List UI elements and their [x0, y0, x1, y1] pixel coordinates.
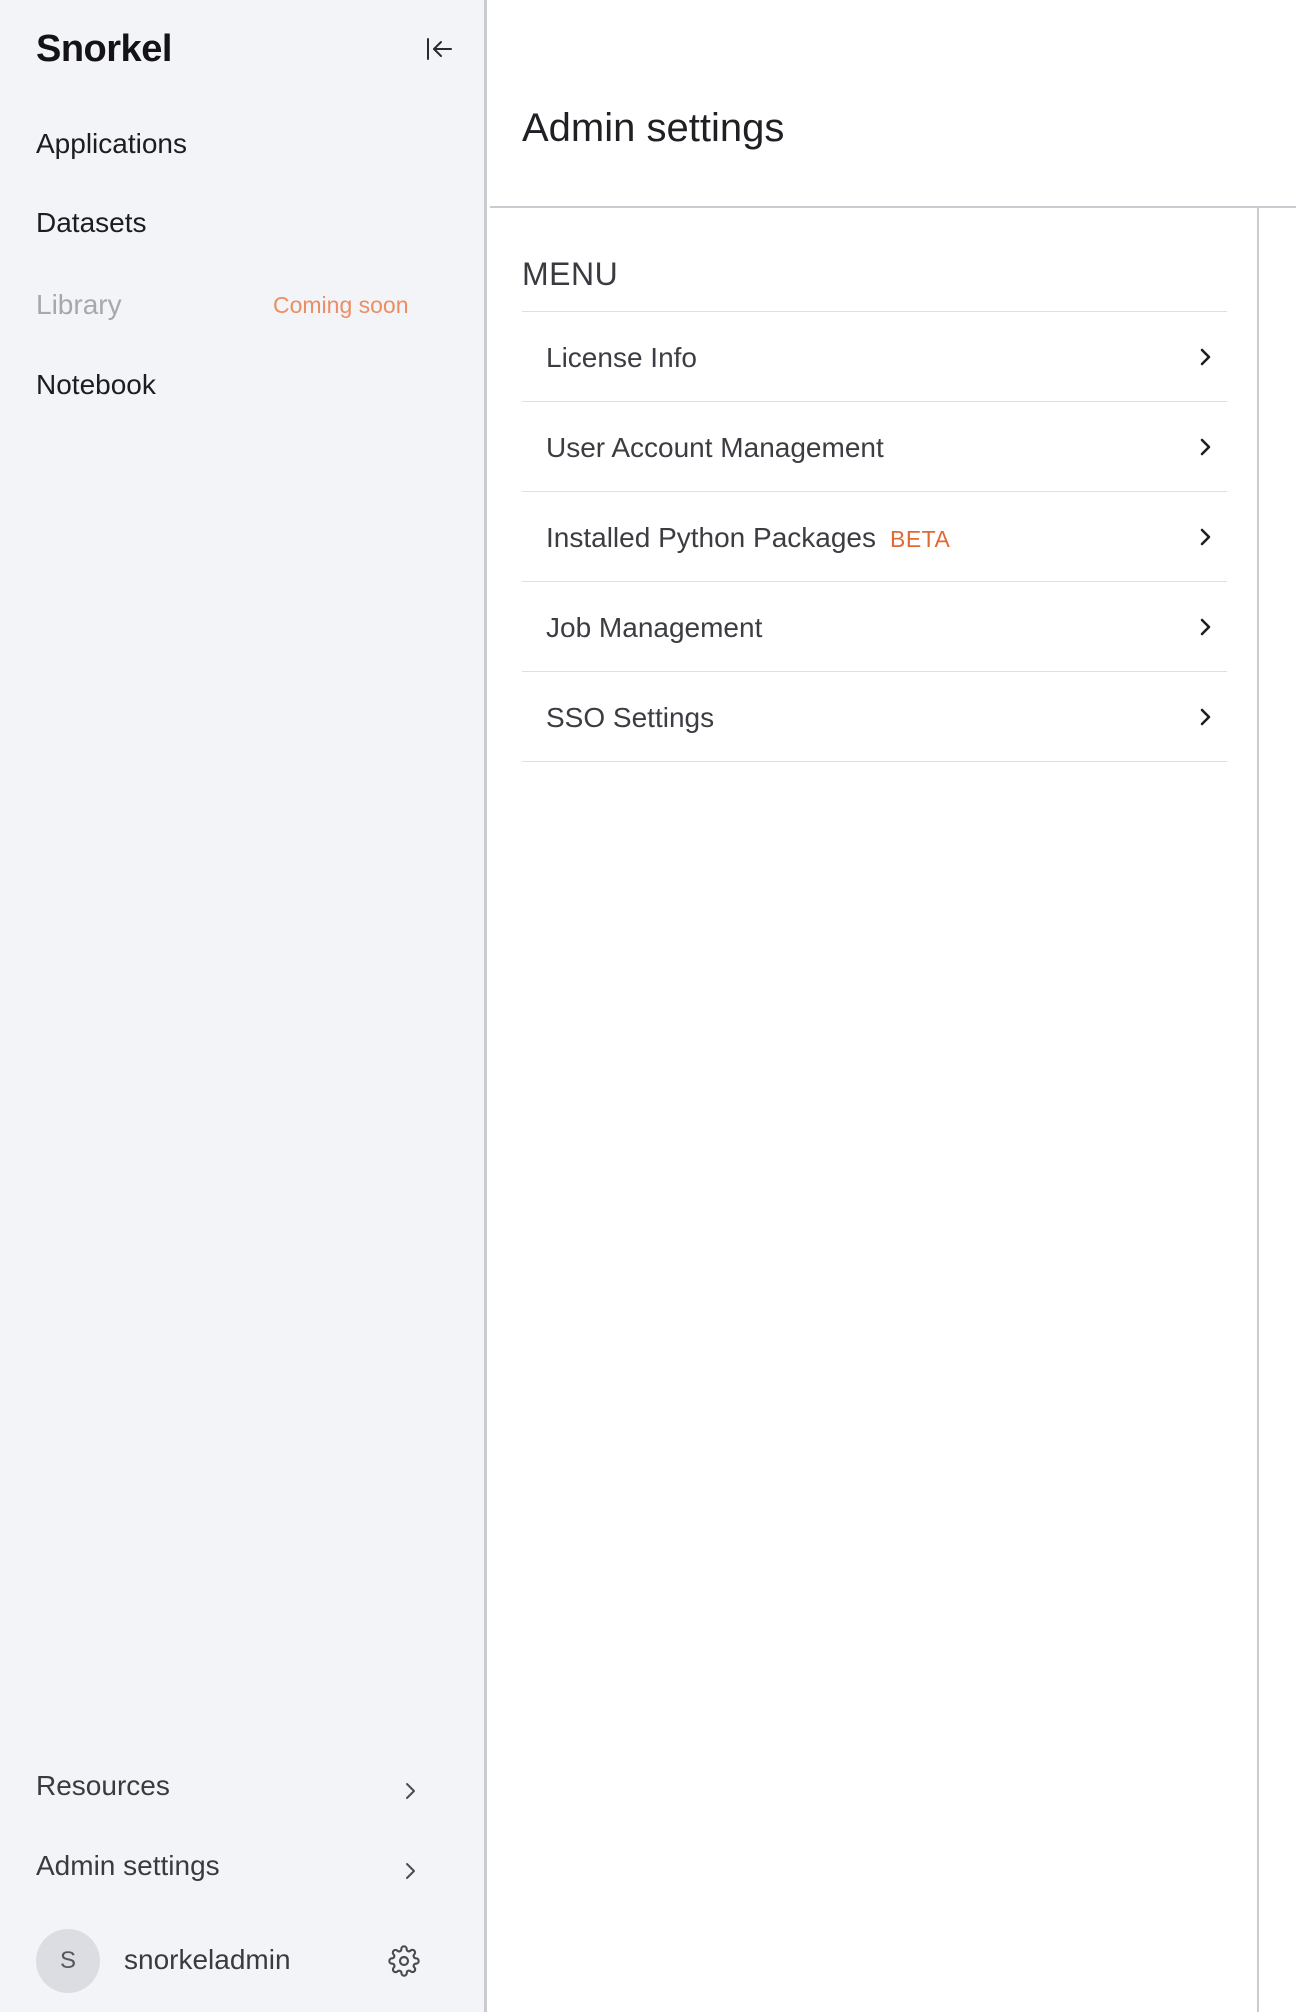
chevron-right-icon [1193, 615, 1217, 639]
menu-item-label: Job Management [546, 612, 763, 643]
menu-item-label: User Account Management [546, 432, 884, 463]
avatar[interactable]: S [36, 1929, 100, 1993]
chevron-right-icon [1193, 525, 1217, 549]
collapse-sidebar-icon[interactable] [424, 34, 454, 64]
menu-item-sso-settings[interactable]: SSO Settings [522, 672, 1227, 762]
beta-badge: BETA [889, 526, 951, 552]
nav-applications[interactable]: Applications [36, 128, 187, 160]
menu-item-label: Installed Python Packages [546, 522, 876, 553]
sidebar-admin-settings-label: Admin settings [36, 1850, 220, 1881]
nav-library: Library [36, 289, 122, 320]
chevron-right-icon [1193, 705, 1217, 729]
username: snorkeladmin [124, 1944, 291, 1975]
menu-item-license-info[interactable]: License Info [522, 312, 1227, 402]
menu-item-label: SSO Settings [546, 702, 715, 733]
chevron-right-icon [398, 1778, 422, 1802]
menu-item-job-management[interactable]: Job Management [522, 582, 1227, 672]
sidebar: Snorkel Applications Datasets Library Co… [0, 0, 487, 2012]
menu-item-label: License Info [546, 342, 697, 373]
page-header: Admin settings [490, 0, 1296, 208]
sidebar-resources[interactable]: Resources [36, 1770, 422, 1810]
chevron-right-icon [1193, 345, 1217, 369]
menu-heading: MENU [522, 256, 619, 292]
user-profile: S snorkeladmin [36, 1929, 426, 1993]
menu-item-user-account-management[interactable]: User Account Management [522, 402, 1227, 492]
chevron-right-icon [398, 1858, 422, 1882]
nav-notebook[interactable]: Notebook [36, 369, 156, 401]
coming-soon-badge: Coming soon [273, 292, 409, 318]
page-title: Admin settings [522, 106, 785, 150]
nav-datasets[interactable]: Datasets [36, 207, 147, 239]
sidebar-admin-settings[interactable]: Admin settings [36, 1850, 422, 1890]
content-divider [1257, 208, 1259, 2012]
sidebar-resources-label: Resources [36, 1770, 170, 1801]
app-window: Snorkel Applications Datasets Library Co… [0, 0, 1296, 2012]
menu-item-installed-python-packages[interactable]: Installed Python Packages BETA [522, 492, 1227, 582]
menu-item-label-wrap: Installed Python Packages BETA [546, 522, 950, 554]
brand-logo: Snorkel [36, 28, 172, 70]
chevron-right-icon [1193, 435, 1217, 459]
gear-icon[interactable] [388, 1945, 420, 1977]
admin-menu-list: License Info User Account Management Ins… [522, 311, 1227, 762]
